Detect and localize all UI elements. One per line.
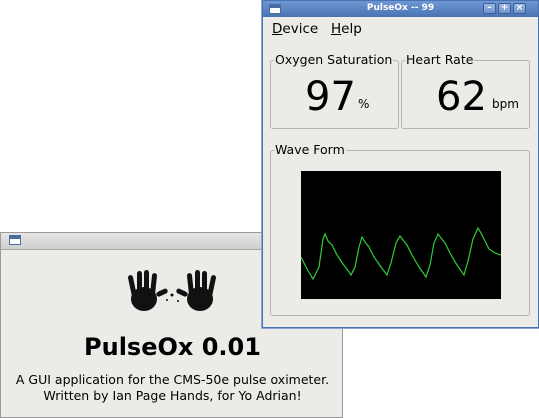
menubar: Device Help bbox=[263, 18, 538, 40]
waveform-label: Wave Form bbox=[274, 142, 346, 157]
menu-help[interactable]: Help bbox=[331, 21, 362, 37]
handprints-logo-icon bbox=[128, 270, 216, 311]
heart-rate-label: Heart Rate bbox=[405, 52, 475, 67]
waveform-plot bbox=[301, 171, 501, 299]
oxygen-saturation-unit: % bbox=[358, 97, 370, 111]
heart-rate-value: 62 bbox=[436, 74, 487, 120]
menu-device[interactable]: Device bbox=[272, 21, 318, 37]
about-app-title: PulseOx 0.01 bbox=[84, 333, 261, 361]
about-description: A GUI application for the CMS-50e pulse … bbox=[15, 372, 330, 387]
minimize-button[interactable]: – bbox=[483, 3, 496, 14]
oxygen-saturation-value: 97 bbox=[305, 74, 356, 120]
oxygen-saturation-group: Oxygen Saturation 97 % bbox=[270, 52, 399, 129]
window-title: PulseOx -- 99 bbox=[366, 3, 435, 13]
about-credits: Written by Ian Page Hands, for Yo Adrian… bbox=[43, 388, 302, 403]
oxygen-saturation-label: Oxygen Saturation bbox=[274, 52, 394, 67]
main-window: PulseOx -- 99 – + × Device Help Oxygen S… bbox=[262, 0, 539, 328]
heart-rate-group: Heart Rate 62 bpm bbox=[401, 52, 530, 129]
heart-rate-unit: bpm bbox=[492, 97, 519, 111]
window-menu-icon[interactable] bbox=[9, 235, 21, 245]
main-titlebar[interactable]: PulseOx -- 99 – + × bbox=[263, 1, 538, 17]
waveform-group: Wave Form bbox=[270, 142, 530, 316]
close-button[interactable]: × bbox=[513, 3, 526, 14]
maximize-button[interactable]: + bbox=[498, 3, 511, 14]
